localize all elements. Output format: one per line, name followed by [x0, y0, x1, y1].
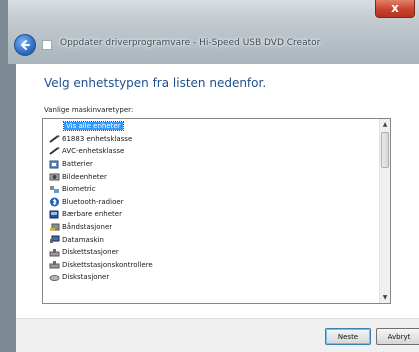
list-items: Vis alle enheter 61883 enhetsklasse AVC-en…	[44, 120, 378, 302]
computer-icon	[49, 235, 60, 244]
portable-device-icon	[49, 210, 60, 219]
list-item[interactable]: Bluetooth-radioer	[44, 196, 378, 209]
button-bar: Neste Avbryt	[16, 318, 419, 352]
hardware-type-list[interactable]: Vis alle enheter 61883 enhetsklasse AVC-en…	[42, 118, 391, 304]
floppy-drive-icon	[49, 248, 60, 257]
list-item-label: Diskettstasjoner	[62, 248, 119, 257]
list-item-label: Biometric	[62, 185, 96, 194]
list-item[interactable]: Datamaskin	[44, 233, 378, 246]
list-item-label: Bildeenheter	[62, 172, 107, 181]
list-item[interactable]: Bærbare enheter	[44, 208, 378, 221]
cable-icon	[49, 147, 60, 156]
list-item-label: Vis alle enheter	[63, 121, 124, 132]
list-item-label: Båndstasjoner	[62, 223, 113, 232]
battery-icon	[49, 160, 60, 169]
list-item[interactable]: Diskettstasjonskontrollere	[44, 259, 378, 272]
list-item[interactable]: Diskstasjoner	[44, 271, 378, 284]
device-manager-icon	[42, 40, 52, 50]
list-item[interactable]: Båndstasjoner	[44, 221, 378, 234]
list-item-label: AVC-enhetsklasse	[62, 147, 125, 156]
floppy-controller-icon	[49, 260, 60, 269]
list-item-label: Diskettstasjonskontrollere	[62, 260, 153, 269]
list-item[interactable]: Batterier	[44, 158, 378, 171]
list-item-label: Datamaskin	[62, 235, 104, 244]
list-item[interactable]: AVC-enhetsklasse	[44, 145, 378, 158]
tape-drive-icon	[49, 223, 60, 232]
title-bar: x Oppdater driverprogramvare - Hi-Speed …	[8, 0, 419, 64]
list-item-label: 61883 enhetsklasse	[62, 134, 133, 143]
list-item[interactable]: Biometric	[44, 183, 378, 196]
wizard-content: Velg enhetstypen fra listen nedenfor. Va…	[16, 64, 419, 352]
list-item[interactable]: 61883 enhetsklasse	[44, 133, 378, 146]
list-scrollbar[interactable]: ▲ ▼	[379, 119, 390, 303]
fingerprint-icon	[49, 185, 60, 194]
scroll-thumb[interactable]	[381, 132, 389, 168]
back-button[interactable]	[14, 34, 36, 56]
wizard-window: x Oppdater driverprogramvare - Hi-Speed …	[0, 0, 419, 352]
cancel-button[interactable]: Avbryt	[376, 328, 419, 345]
scroll-up-button[interactable]: ▲	[380, 119, 390, 130]
window-title: Oppdater driverprogramvare - Hi-Speed US…	[60, 38, 321, 48]
disk-drive-icon	[49, 273, 60, 282]
close-button[interactable]: x	[375, 0, 415, 18]
hardware-types-label: Vanlige maskinvaretyper:	[44, 106, 134, 114]
list-item[interactable]: Diskettstasjoner	[44, 246, 378, 259]
list-item[interactable]: Bildeenheter	[44, 170, 378, 183]
camera-icon	[49, 172, 60, 181]
blank-icon	[49, 122, 62, 131]
list-item[interactable]: Vis alle enheter	[44, 120, 378, 133]
bluetooth-icon	[49, 197, 60, 207]
list-item-label: Batterier	[62, 160, 93, 169]
list-item-label: Diskstasjoner	[62, 273, 110, 282]
next-button[interactable]: Neste	[325, 328, 371, 345]
scroll-down-button[interactable]: ▼	[380, 292, 390, 303]
list-item-label: Bærbare enheter	[62, 210, 122, 219]
list-item-label: Bluetooth-radioer	[62, 197, 124, 206]
back-arrow-icon	[21, 40, 30, 50]
cable-icon	[49, 134, 60, 143]
page-title: Velg enhetstypen fra listen nedenfor.	[44, 76, 267, 90]
